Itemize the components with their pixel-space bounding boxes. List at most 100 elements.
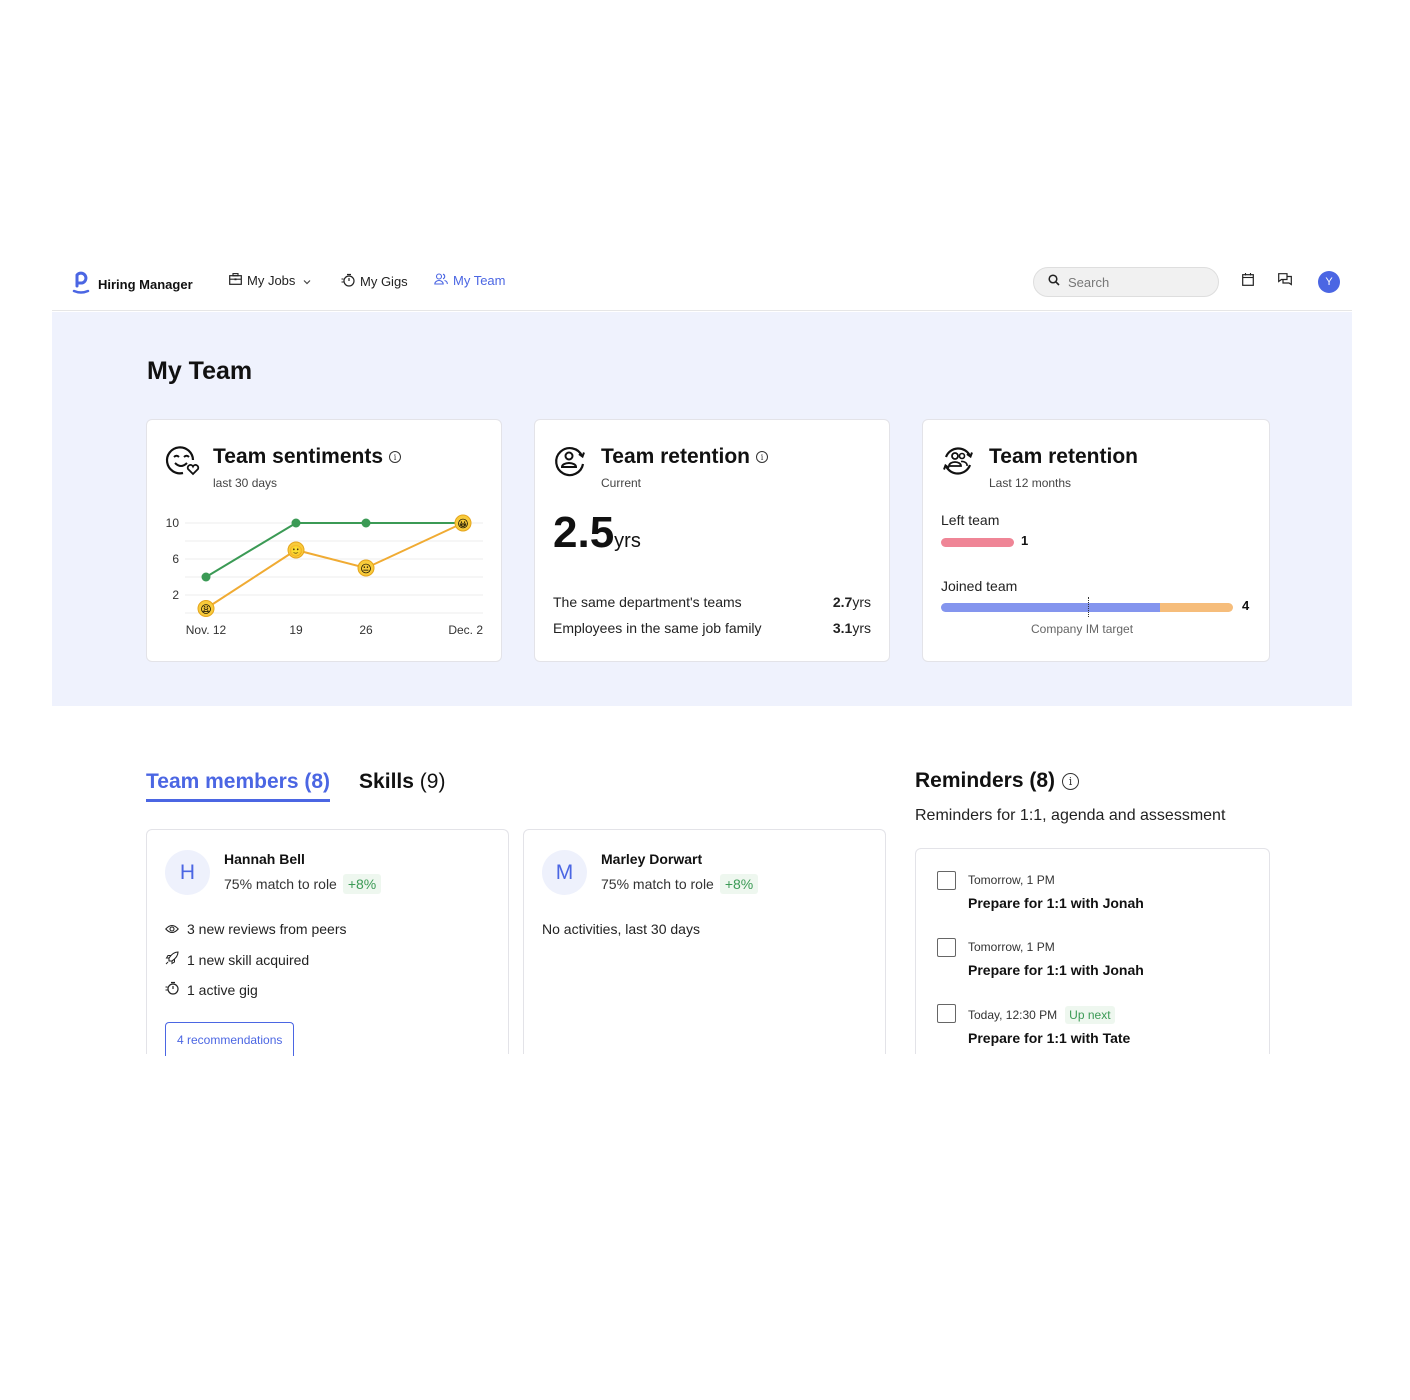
messages-button[interactable] xyxy=(1276,273,1294,291)
search-box[interactable] xyxy=(1033,267,1219,297)
comparison-label: The same department's teams xyxy=(553,594,742,610)
match-text: 75% match to role xyxy=(601,876,714,892)
reminder-title[interactable]: Prepare for 1:1 with Tate xyxy=(968,1030,1130,1046)
nav-my-jobs[interactable]: My Jobs xyxy=(229,273,311,288)
activity-text: 1 new skill acquired xyxy=(187,951,310,968)
y-tick-label: 10 xyxy=(166,516,180,530)
member-avatar: H xyxy=(165,850,210,895)
x-tick-label: 26 xyxy=(359,623,373,637)
y-tick-label: 2 xyxy=(172,588,179,602)
retention-12m-subtitle: Last 12 months xyxy=(989,476,1072,490)
page-title: My Team xyxy=(147,357,253,385)
left-team-bar-fill xyxy=(941,538,1014,547)
reminder-time: Tomorrow, 1 PM xyxy=(968,940,1055,954)
section-tabs: Team members (8) Skills (9) xyxy=(146,770,445,802)
emoji-marker-glyph: 😩 xyxy=(200,604,211,616)
tab-skills-count: (9) xyxy=(419,770,446,793)
nav-my-team[interactable]: My Team xyxy=(434,273,506,288)
joined-team-bar xyxy=(941,603,1233,612)
comparison-row: The same department's teams 2.7yrs xyxy=(553,594,871,610)
team-sentiments-card: Team sentiments i last 30 days 2 6 10 Nov. … xyxy=(146,419,502,662)
reminder-checkbox[interactable] xyxy=(937,938,956,957)
reminder-checkbox[interactable] xyxy=(937,1004,956,1023)
no-activity-text: No activities, last 30 days xyxy=(542,921,700,937)
emoji-marker-glyph: 😀 xyxy=(457,519,468,531)
stopwatch-icon xyxy=(341,273,355,290)
reminder-time: Tomorrow, 1 PM xyxy=(968,873,1055,887)
reminder-title[interactable]: Prepare for 1:1 with Jonah xyxy=(968,895,1144,911)
team-retention-12m-card: Team retention Last 12 months Left team … xyxy=(922,419,1270,662)
comparison-label: Employees in the same job family xyxy=(553,620,762,636)
retention-value-unit: yrs xyxy=(614,530,641,552)
emoji-marker-glyph: 😐 xyxy=(360,564,371,576)
retention-12m-title: Team retention xyxy=(989,445,1138,469)
left-team-bar xyxy=(941,538,1233,547)
tab-skills-label: Skills xyxy=(359,770,414,793)
member-match: 75% match to role +8% xyxy=(224,874,382,894)
nav-my-gigs[interactable]: My Gigs xyxy=(341,273,408,290)
nav-my-gigs-label: My Gigs xyxy=(360,274,408,289)
retention-value-number: 2.5 xyxy=(553,508,615,557)
activity-item: 1 active gig xyxy=(165,981,258,998)
data-point-target xyxy=(201,572,211,582)
match-delta-badge: +8% xyxy=(342,874,382,894)
reminder-checkbox[interactable] xyxy=(937,871,956,890)
retention-12m-title-text: Team retention xyxy=(989,445,1138,468)
recommendations-button[interactable]: 4 recommendations xyxy=(165,1022,295,1056)
user-avatar[interactable]: Y xyxy=(1318,271,1340,293)
x-tick-label: 19 xyxy=(289,623,303,637)
brand[interactable]: Hiring Manager xyxy=(72,270,193,299)
member-card[interactable]: M Marley Dorwart 75% match to role +8% N… xyxy=(523,829,886,1054)
summary-band: My Team Team sentiments i last 30 days 2… xyxy=(52,312,1352,706)
comparison-value: 3.1yrs xyxy=(832,620,871,636)
brand-name: Hiring Manager xyxy=(98,277,193,292)
reminders-title-text: Reminders (8) xyxy=(915,769,1056,792)
reminders-subtitle: Reminders for 1:1, agenda and assessment xyxy=(915,807,1226,824)
tab-team-members[interactable]: Team members (8) xyxy=(146,770,331,802)
person-cycle-icon xyxy=(553,444,587,478)
emoji-marker-glyph: 🙂 xyxy=(289,545,303,558)
nav-my-team-label: My Team xyxy=(453,273,506,288)
top-navbar: Hiring Manager My Jobs My Gigs My Team S… xyxy=(52,262,1352,311)
joined-team-label: Joined team xyxy=(941,578,1018,594)
reminders-title: Reminders (8) i xyxy=(915,769,1080,793)
info-icon[interactable]: i xyxy=(755,451,768,463)
comparison-row: Employees in the same job family 3.1yrs xyxy=(553,620,871,636)
member-name[interactable]: Marley Dorwart xyxy=(601,851,702,867)
activity-item: 3 new reviews from peers xyxy=(165,921,347,937)
retention-current-title-text: Team retention xyxy=(601,445,750,468)
chat-icon xyxy=(1278,273,1292,291)
reminder-title[interactable]: Prepare for 1:1 with Jonah xyxy=(968,962,1144,978)
activity-item: 1 new skill acquired xyxy=(165,951,309,968)
company-target-label: Company IM target xyxy=(1031,622,1134,636)
group-cycle-icon xyxy=(941,444,975,478)
tab-skills[interactable]: Skills (9) xyxy=(359,770,445,802)
joined-team-count: 4 xyxy=(1242,598,1250,613)
match-delta-badge: +8% xyxy=(719,874,759,894)
calendar-button[interactable] xyxy=(1239,273,1257,291)
series-line-target xyxy=(205,522,463,578)
left-team-count: 1 xyxy=(1021,533,1029,548)
activity-text: 3 new reviews from peers xyxy=(187,921,347,937)
member-avatar: M xyxy=(542,850,587,895)
tab-team-members-count: (8) xyxy=(304,770,331,793)
nav-my-jobs-label: My Jobs xyxy=(247,273,296,288)
chevron-down-icon xyxy=(303,273,311,288)
comparison-value: 2.7yrs xyxy=(832,594,871,610)
logo-icon xyxy=(72,270,90,299)
data-point-target xyxy=(361,518,371,528)
y-tick-label: 6 xyxy=(172,552,179,566)
search-input[interactable] xyxy=(1068,274,1198,290)
team-icon xyxy=(434,273,448,288)
briefcase-icon xyxy=(229,273,242,288)
info-icon[interactable]: i xyxy=(1062,772,1080,790)
stopwatch-icon xyxy=(165,981,179,998)
member-card[interactable]: H Hannah Bell 75% match to role +8% 3 ne… xyxy=(146,829,509,1056)
search-icon xyxy=(1048,273,1060,291)
series-line-sentiment xyxy=(205,522,464,610)
left-team-label: Left team xyxy=(941,512,1000,528)
member-name[interactable]: Hannah Bell xyxy=(224,851,305,867)
data-point-target xyxy=(291,518,301,528)
reminders-list: Tomorrow, 1 PM Prepare for 1:1 with Jona… xyxy=(915,848,1270,1054)
tab-team-members-label: Team members xyxy=(146,770,299,793)
